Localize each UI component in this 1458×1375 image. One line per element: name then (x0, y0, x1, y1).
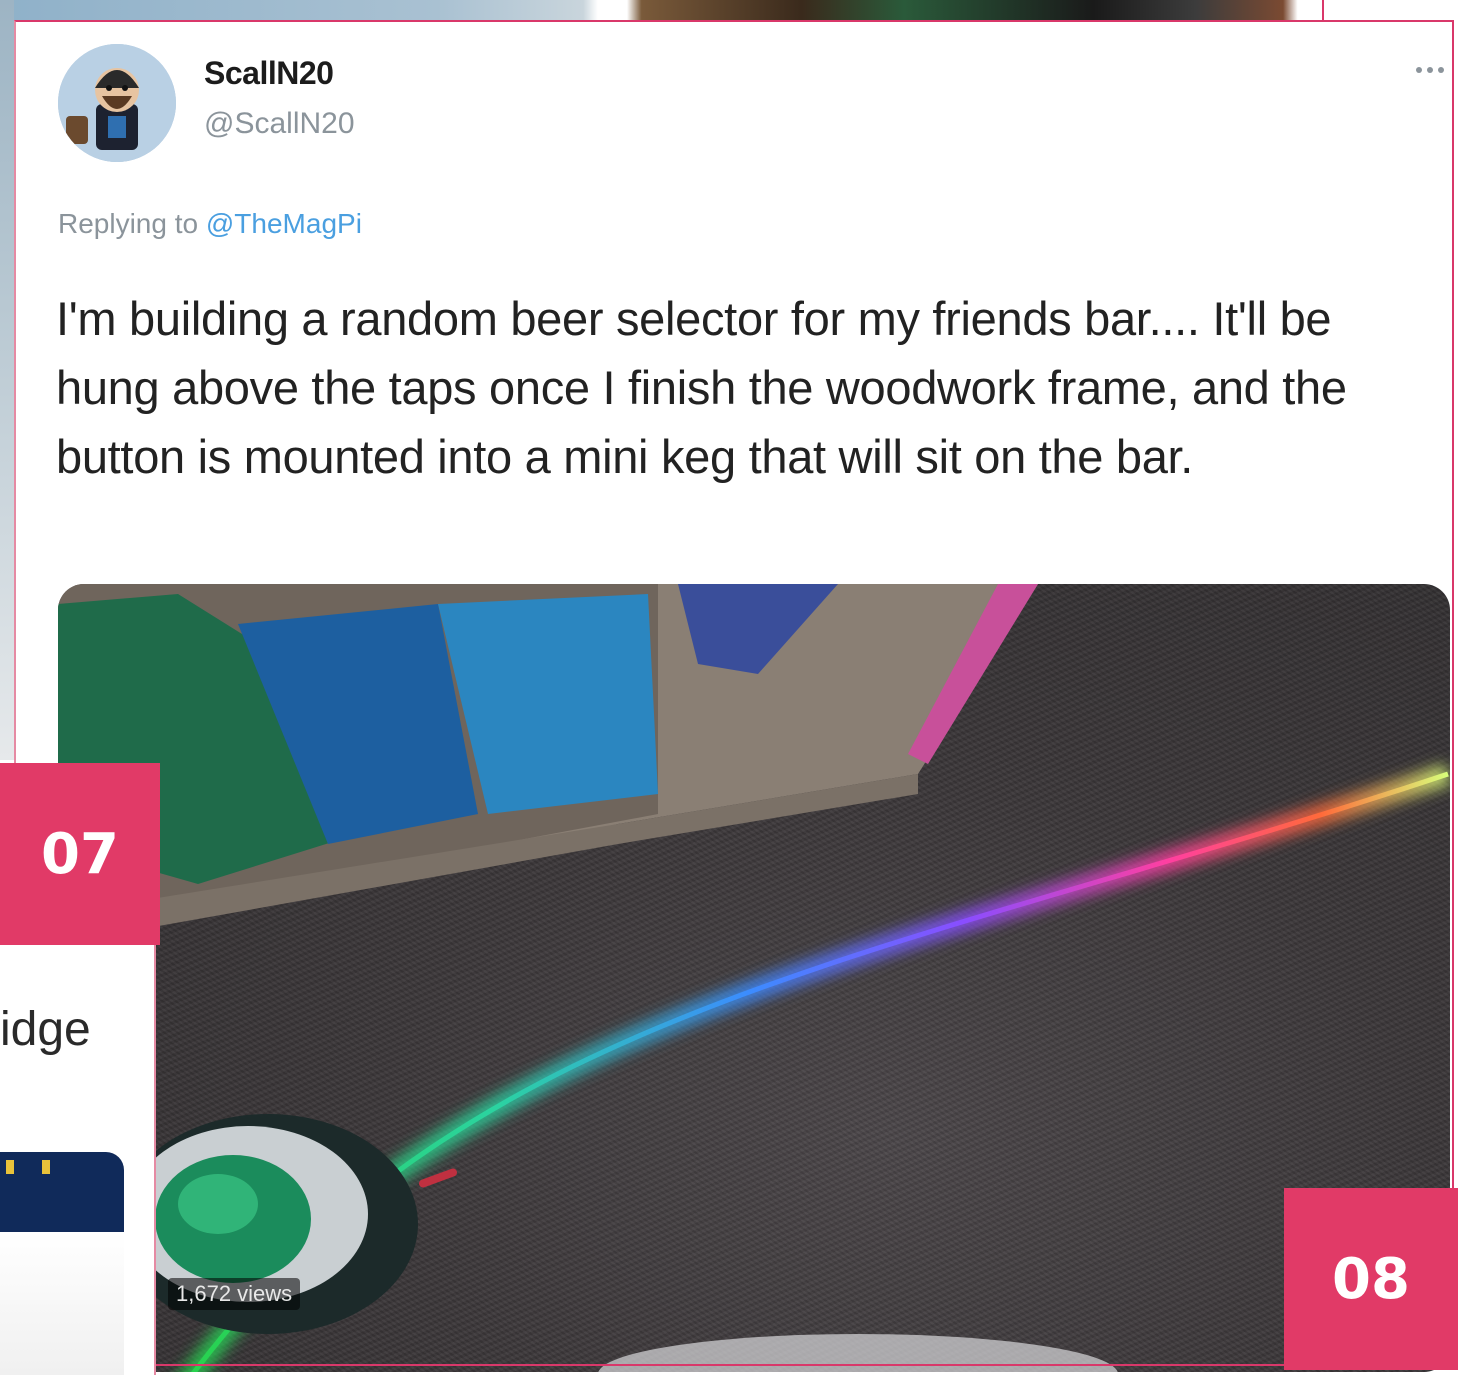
number-tab-07: 07 (0, 763, 160, 945)
display-name[interactable]: ScallN20 (204, 55, 334, 92)
view-count: 1,672 views (168, 1278, 301, 1310)
avatar-figure-icon (58, 44, 176, 162)
side-text-fragment: idge (0, 1003, 91, 1056)
divider (156, 1364, 1456, 1366)
reply-context: Replying to @TheMagPi (58, 208, 362, 240)
left-photo-strip (0, 0, 14, 760)
tweet-card: ScallN20 @ScallN20 Replying to @TheMagPi… (14, 20, 1454, 1372)
user-handle[interactable]: @ScallN20 (204, 107, 355, 141)
reply-target-link[interactable]: @TheMagPi (206, 208, 362, 239)
side-thumbnail (0, 1152, 124, 1375)
reply-prefix: Replying to (58, 208, 199, 239)
number-tab-08: 08 (1284, 1188, 1458, 1370)
avatar[interactable] (58, 44, 176, 162)
tweet-text: I'm building a random beer selector for … (56, 292, 1347, 483)
media-scene (58, 584, 1450, 1372)
ellipsis-icon[interactable] (1408, 60, 1452, 80)
divider (1322, 0, 1324, 22)
tweet-media-video[interactable] (58, 584, 1450, 1372)
top-photo-strip (0, 0, 1458, 22)
